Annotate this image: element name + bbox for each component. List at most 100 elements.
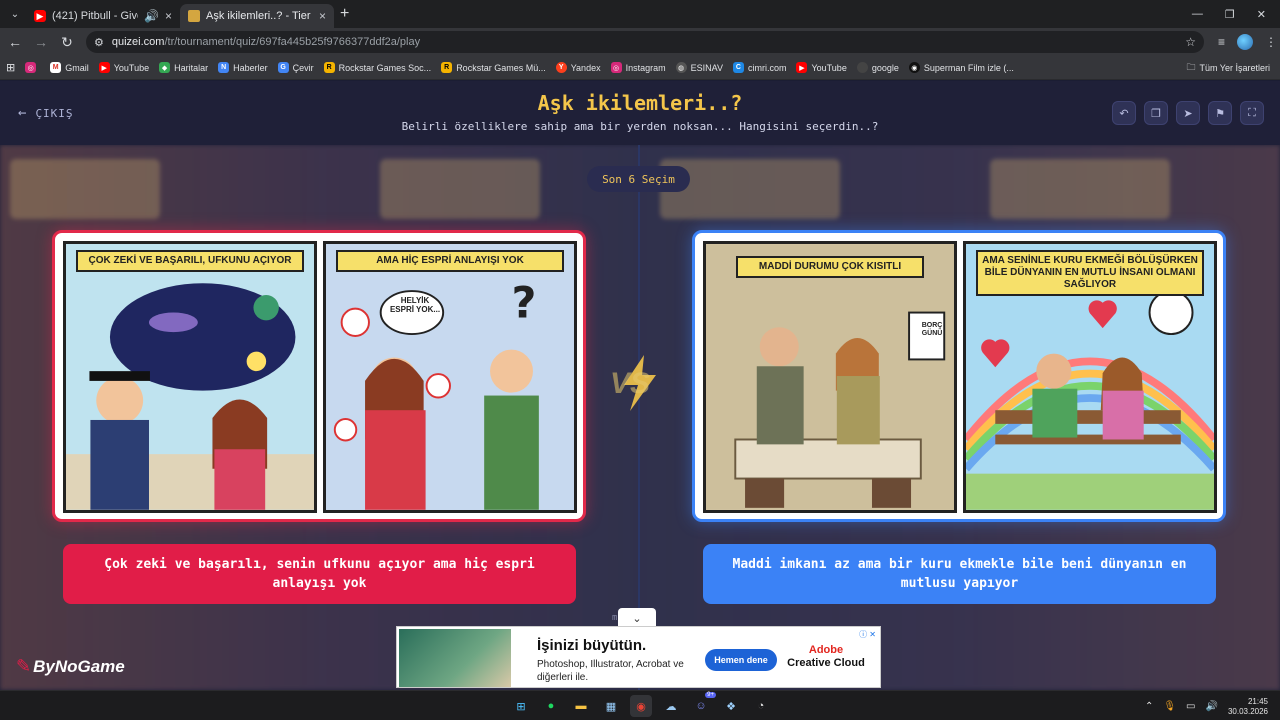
ad-image [399,629,511,687]
address-bar-row: ← → ↻ ⚙ quizei.com /tr/tournament/quiz/6… [0,28,1280,56]
yandex-icon: Y [555,62,567,73]
panel-caption: AMA SENİNLE KURU EKMEĞİ BÖLÜŞÜRKEN BİLE … [976,250,1204,296]
tab-search-icon[interactable]: ⌄ [4,4,26,24]
ad-cta-button[interactable]: Hemen dene [705,649,777,671]
bookmark-rockstar-social[interactable]: R Rockstar Games Soc... [323,62,431,73]
windows-start-icon[interactable]: ⊞ [510,695,532,717]
bookmark-gmail[interactable]: M Gmail [50,62,89,73]
rockstar-icon: R [441,62,453,73]
chevron-down-icon[interactable]: ⌄ [618,608,656,628]
bookmark-haberler[interactable]: N Haberler [218,62,268,73]
bookmark-instagram[interactable]: ◎ Instagram [610,62,666,73]
youtube-icon: ▶ [796,62,808,73]
bookmark-youtube[interactable]: ▶ YouTube [98,62,149,73]
ad-info-icon[interactable]: ⓘ ✕ [859,629,876,640]
back-button[interactable]: ← [4,34,26,50]
page-title: Aşk ikilemleri..? [537,91,743,115]
rockstar-icon: R [323,62,335,73]
app-icon[interactable]: ❖ [720,695,742,717]
file-explorer-icon[interactable]: ▬ [570,695,592,717]
advertisement-banner[interactable]: İşinizi büyütün. Photoshop, Illustrator,… [396,626,881,688]
cimri-icon: C [732,62,744,73]
bookmark-youtube-2[interactable]: ▶ YouTube [796,62,847,73]
flag-icon[interactable]: ⚑ [1208,101,1232,125]
apps-grid-icon[interactable]: ⊞ [6,61,15,74]
bookmark-star-icon[interactable]: ☆ [1185,35,1196,49]
share-icon[interactable]: ➤ [1176,101,1200,125]
speech-bubble: HELYİK ESPRİ YOK... [389,296,441,315]
clock[interactable]: 21:45 30.03.2026 [1228,697,1268,716]
bookmark-google[interactable]: google [856,62,899,73]
url-path: /tr/tournament/quiz/697fa445b25f9766377d… [164,36,421,48]
windows-taskbar: ⊞ ● ▬ ▦ ◉ ☁ ☺ 9+ ❖ ◔ ⌃ 🎙 ▭ 🔊 21:45 30.03.… [0,690,1280,720]
panel-caption: MADDİ DURUMU ÇOK KISITLI [736,256,924,278]
choice-button-right[interactable]: Maddi imkanı az ama bir kuru ekmekle bil… [703,544,1216,604]
bookmark-cimri[interactable]: Ccimri.com [732,62,786,73]
discord-icon[interactable]: ☺ 9+ [690,692,716,717]
news-icon: N [218,62,230,73]
close-tab-icon[interactable]: × [165,9,172,23]
volume-icon[interactable]: 🔊 [1206,701,1218,712]
tab-youtube[interactable]: ▶ (421) Pitbull - Give Me Every 🔊 × [26,4,180,28]
bookmark-haritalar[interactable]: ◆ Haritalar [159,62,208,73]
url-field[interactable]: ⚙ quizei.com /tr/tournament/quiz/697fa44… [86,31,1204,53]
bookmark-cevir[interactable]: G Çevir [277,62,314,73]
bynogame-logo: ✎ ByNoGame [16,656,125,676]
undo-icon[interactable]: ↶ [1112,101,1136,125]
quiz-page: ← ÇIKIŞ Aşk ikilemleri..? Belirli özelli… [0,81,1280,690]
store-icon[interactable]: ▦ [600,695,622,717]
fullscreen-icon[interactable]: ⛶ [1240,101,1264,125]
round-badge: Son 6 Seçim [587,166,690,192]
globe-icon: ◍ [675,62,687,73]
ad-brand: Adobe Creative Cloud [787,644,865,669]
quizei-favicon-icon [188,10,200,22]
youtube-icon: ▶ [34,10,46,22]
choice-card-left[interactable]: ÇOK ZEKİ VE BAŞARILI, UFKUNU AÇIYOR ? AM… [52,230,586,522]
new-tab-button[interactable]: + [340,5,349,23]
bookmark-superman[interactable]: ◉ Superman Film izle (... [908,62,1014,73]
audio-icon[interactable]: 🔊 [144,9,159,23]
close-tab-icon[interactable]: × [319,9,326,23]
forward-button[interactable]: → [30,34,52,50]
all-bookmarks[interactable]: 🗀 Tüm Yer İşaretleri [1186,60,1270,76]
header-actions: ↶ ❐ ➤ ⚑ ⛶ [1112,101,1264,125]
maps-icon: ◆ [159,62,171,73]
panel-caption: ÇOK ZEKİ VE BAŞARILI, UFKUNU AÇIYOR [76,250,304,272]
browser-tab-bar: ⌄ ▶ (421) Pitbull - Give Me Every 🔊 × Aş… [0,0,1280,28]
tab-quizei[interactable]: Aşk ikilemleri..? - Tier List, Kör S × [180,4,334,28]
bookmarks-bar: ⊞ ◎ M Gmail ▶ YouTube ◆ Haritalar N Haberler… [0,56,1280,80]
choice-card-right[interactable]: MADDİ DURUMU ÇOK KISITLI BORÇ GÜNÜ AMA S… [692,230,1226,522]
comic-panel-happy: AMA SENİNLE KURU EKMEĞİ BÖLÜŞÜRKEN BİLE … [963,241,1217,513]
media-controls-icon[interactable]: ≡ [1218,35,1225,49]
reload-button[interactable]: ↻ [56,34,78,51]
no-humor-scene-illustration: ? [333,278,539,510]
tab-label: (421) Pitbull - Give Me Every [52,10,138,22]
logo-mark-icon: ✎ [16,656,32,676]
url-host: quizei.com [111,36,165,48]
svg-text:?: ? [512,278,537,328]
ad-headline: İşinizi büyütün. [537,637,647,654]
restore-button[interactable]: ❐ [1225,8,1235,21]
bookmark-rockstar-music[interactable]: R Rockstar Games Mü... [441,62,546,73]
copy-icon[interactable]: ❐ [1144,101,1168,125]
spotify-icon[interactable]: ● [540,695,562,717]
bookmark-instagram-icon[interactable]: ◎ [25,62,40,73]
ad-body: Photoshop, Illustrator, Acrobat ve diğer… [537,659,684,683]
profile-avatar[interactable] [1237,34,1254,50]
site-info-icon[interactable]: ⚙ [94,36,104,49]
menu-kebab-icon[interactable]: ⋮ [1265,35,1277,49]
chevron-up-icon[interactable]: ⌃ [1145,701,1153,712]
bookmark-yandex[interactable]: Y Yandex [555,62,601,73]
network-icon[interactable]: ▭ [1186,701,1195,712]
close-window-button[interactable]: ✕ [1257,8,1266,21]
minimize-button[interactable]: — [1192,8,1203,21]
bookmark-esinav[interactable]: ◍ ESINAV [675,62,723,73]
microphone-icon[interactable]: 🎙 [1163,701,1176,712]
recorder-icon[interactable]: ◔ [750,695,772,717]
tab-label: Aşk ikilemleri..? - Tier List, Kör S [206,10,313,22]
choice-button-left[interactable]: Çok zeki ve başarılı, senin ufkunu açıyo… [63,544,576,604]
chrome-icon[interactable]: ◉ [630,695,652,717]
youtube-icon: ▶ [98,62,110,73]
steam-icon[interactable]: ☁ [660,695,682,717]
instagram-icon: ◎ [610,62,622,73]
